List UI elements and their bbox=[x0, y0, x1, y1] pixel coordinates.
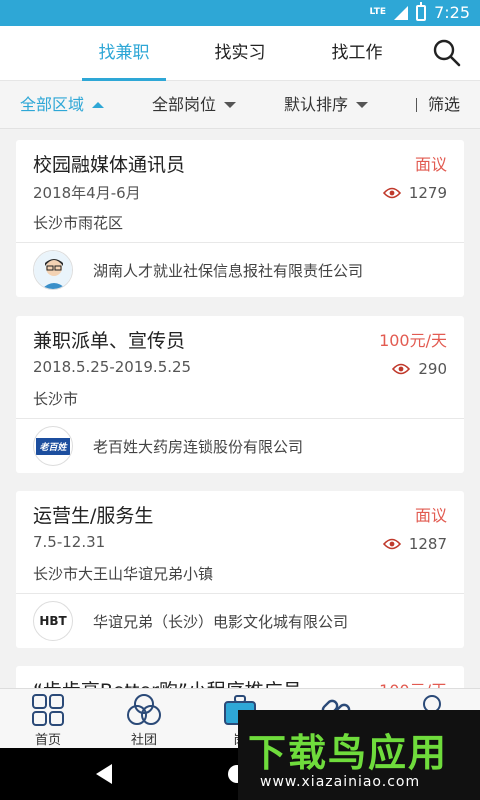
signal-icon bbox=[394, 5, 409, 20]
eye-icon bbox=[382, 538, 401, 550]
caret-down-icon bbox=[356, 102, 369, 108]
job-salary: 面议 bbox=[414, 155, 447, 174]
company-name: 华谊兄弟（长沙）电影文化城有限公司 bbox=[93, 612, 349, 631]
nav-club[interactable]: 社团 bbox=[96, 689, 192, 749]
job-title: 兼职派单、宣传员 bbox=[33, 330, 186, 352]
view-count: 290 bbox=[392, 360, 447, 378]
position-filter[interactable]: 全部岗位 bbox=[152, 81, 237, 129]
area-filter-label: 全部区域 bbox=[20, 95, 85, 114]
network-indicator: LTE bbox=[369, 7, 387, 17]
job-date: 2018年4月-6月 bbox=[33, 184, 141, 202]
job-location: 长沙市雨花区 bbox=[33, 214, 124, 232]
eye-icon bbox=[382, 187, 401, 199]
sort-filter[interactable]: 默认排序 bbox=[284, 81, 369, 129]
eye-icon bbox=[392, 363, 411, 375]
avatar-icon bbox=[34, 251, 72, 289]
filter-bar: 全部区域 全部岗位 默认排序 筛选 bbox=[0, 81, 480, 129]
nav-home[interactable]: 首页 bbox=[0, 689, 96, 749]
tab-part-time[interactable]: 找兼职 bbox=[82, 26, 166, 81]
position-filter-label: 全部岗位 bbox=[152, 95, 217, 114]
job-card[interactable]: 校园融媒体通讯员 面议 2018年4月-6月 1279 长沙市雨花区 湖南人才就… bbox=[16, 140, 464, 297]
company-logo: 老百姓 bbox=[33, 426, 73, 466]
view-count: 1279 bbox=[382, 184, 447, 202]
view-count-value: 1279 bbox=[408, 184, 447, 202]
job-salary: 面议 bbox=[414, 506, 447, 525]
area-filter[interactable]: 全部区域 bbox=[20, 81, 105, 129]
job-date: 2018.5.25-2019.5.25 bbox=[33, 358, 192, 376]
job-title: 校园融媒体通讯员 bbox=[33, 154, 186, 176]
job-location: 长沙市 bbox=[33, 390, 79, 408]
company-name: 湖南人才就业社保信息报社有限责任公司 bbox=[93, 261, 364, 280]
company-name: 老百姓大药房连锁股份有限公司 bbox=[93, 437, 304, 456]
job-salary: 100元/天 bbox=[379, 331, 447, 350]
job-date: 7.5-12.31 bbox=[33, 533, 106, 551]
caret-down-icon bbox=[224, 102, 237, 108]
company-row[interactable]: 老百姓 老百姓大药房连锁股份有限公司 bbox=[16, 419, 464, 473]
company-logo: HBT bbox=[33, 601, 73, 641]
screen-filter-button[interactable]: 筛选 bbox=[428, 81, 460, 129]
caret-up-icon bbox=[92, 102, 105, 108]
view-count: 1287 bbox=[382, 535, 447, 553]
battery-icon bbox=[416, 1, 427, 21]
top-tab-bar: 找兼职 找实习 找工作 bbox=[0, 26, 480, 81]
back-icon[interactable] bbox=[96, 764, 112, 784]
watermark-url: www.xiazainiao.com bbox=[260, 774, 421, 790]
status-bar: LTE 7:25 bbox=[0, 0, 480, 26]
job-card[interactable]: 兼职派单、宣传员 100元/天 2018.5.25-2019.5.25 290 … bbox=[16, 316, 464, 473]
watermark-brand: 下载鸟应用 bbox=[248, 731, 449, 775]
view-count-value: 1287 bbox=[408, 535, 447, 553]
club-icon bbox=[127, 694, 161, 725]
watermark: 下载鸟应用 www.xiazainiao.com bbox=[238, 710, 480, 800]
job-title: 运营生/服务生 bbox=[33, 505, 154, 527]
job-location: 长沙市大王山华谊兄弟小镇 bbox=[33, 565, 214, 583]
company-row[interactable]: HBT 华谊兄弟（长沙）电影文化城有限公司 bbox=[16, 594, 464, 648]
logo-text: HBT bbox=[39, 614, 67, 628]
sort-filter-label: 默认排序 bbox=[284, 95, 349, 114]
company-logo bbox=[33, 250, 73, 290]
tab-full-time[interactable]: 找工作 bbox=[317, 26, 397, 81]
search-icon[interactable] bbox=[432, 38, 462, 68]
view-count-value: 290 bbox=[418, 360, 447, 378]
clock: 7:25 bbox=[434, 3, 470, 22]
screen-filter-label: 筛选 bbox=[428, 95, 461, 114]
home-grid-icon bbox=[32, 694, 64, 726]
tab-internship[interactable]: 找实习 bbox=[200, 26, 280, 81]
job-card[interactable]: 运营生/服务生 面议 7.5-12.31 1287 长沙市大王山华谊兄弟小镇 H… bbox=[16, 491, 464, 648]
filter-divider bbox=[416, 98, 417, 112]
logo-text: 老百姓 bbox=[36, 437, 70, 455]
nav-home-label: 首页 bbox=[34, 733, 61, 748]
company-row[interactable]: 湖南人才就业社保信息报社有限责任公司 bbox=[16, 243, 464, 297]
nav-club-label: 社团 bbox=[130, 733, 157, 748]
